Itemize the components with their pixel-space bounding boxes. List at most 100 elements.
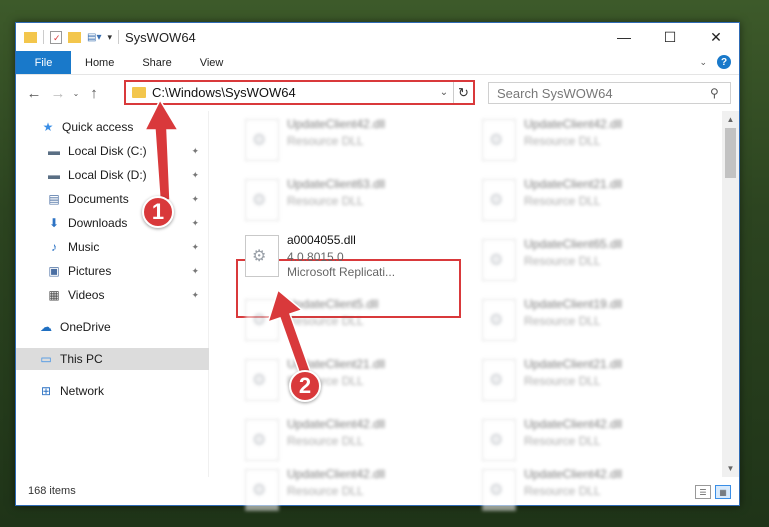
sidebar-item-network[interactable]: ⊞ Network <box>16 380 209 402</box>
pin-icon: ✦ <box>191 217 199 228</box>
network-icon: ⊞ <box>40 384 52 398</box>
file-item[interactable]: UpdateClient63.dll Resource DLL <box>239 175 459 227</box>
file-detail: 4.0.8015.0 <box>287 250 344 264</box>
scroll-up-arrow[interactable]: ▲ <box>722 111 739 128</box>
file-detail: Resource DLL <box>524 434 601 448</box>
sidebar-item-onedrive[interactable]: ☁ OneDrive <box>16 316 209 338</box>
main-content: ★ Quick access ▬ Local Disk (C:) ✦ ▬ Local Dis… <box>16 111 739 511</box>
search-icon[interactable]: ⚲ <box>710 86 730 100</box>
status-bar: 168 items ☰ ▦ <box>16 477 739 505</box>
dll-file-icon <box>482 119 516 161</box>
file-name: UpdateClient19.dll <box>524 297 623 311</box>
file-name: UpdateClient42.dll <box>287 417 386 431</box>
file-text: UpdateClient42.dll Resource DLL <box>287 415 385 448</box>
toolbar-separator <box>118 30 119 44</box>
sidebar-item-downloads[interactable]: ⬇ Downloads ✦ <box>16 212 209 234</box>
sidebar-item-label: Documents <box>68 192 129 206</box>
dropdown-icon[interactable]: ▾ <box>107 32 112 43</box>
toolbar-separator <box>43 30 44 44</box>
sidebar-item-label: Network <box>60 384 105 398</box>
ribbon-tabs: File Home Share View ⌄ ? <box>16 51 739 75</box>
pin-icon: ✦ <box>191 241 199 252</box>
folder-icon <box>24 31 37 43</box>
file-text: UpdateClient42.dll Resource DLL <box>524 115 622 148</box>
address-path[interactable]: C:\Windows\SysWOW64 <box>152 85 435 100</box>
tab-home[interactable]: Home <box>71 51 128 74</box>
sidebar-item-label: Pictures <box>68 264 112 278</box>
dll-file-icon <box>482 419 516 461</box>
dll-file-icon <box>482 359 516 401</box>
file-detail: Resource DLL <box>287 134 364 148</box>
sidebar-item-label: Videos <box>68 288 105 302</box>
up-button[interactable]: ↑ <box>82 81 106 105</box>
expand-ribbon-icon[interactable]: ⌄ <box>699 57 707 68</box>
file-item[interactable]: UpdateClient21.dll Resource DLL <box>476 175 696 227</box>
tab-view[interactable]: View <box>186 51 238 74</box>
file-item[interactable]: UpdateClient19.dll Resource DLL <box>476 295 696 347</box>
drive-icon: ▬ <box>48 144 60 158</box>
properties-icon[interactable]: ✓ <box>50 30 62 44</box>
file-item[interactable]: UpdateClient42.dll Resource DLL <box>476 115 696 167</box>
pin-icon: ✦ <box>191 289 199 300</box>
sidebar-item-videos[interactable]: ▦ Videos ✦ <box>16 284 209 306</box>
file-item[interactable]: a0004055.dll 4.0.8015.0Microsoft Replicat… <box>239 231 459 283</box>
file-text: a0004055.dll 4.0.8015.0 Microsoft Replicat… <box>287 231 395 279</box>
file-detail: Resource DLL <box>524 194 601 208</box>
address-dropdown-icon[interactable]: ⌄ <box>435 87 453 98</box>
step-1-badge: 1 <box>142 196 174 228</box>
back-button[interactable]: ← <box>22 81 46 105</box>
dll-file-icon <box>245 235 279 277</box>
forward-button[interactable]: → <box>46 81 70 105</box>
sidebar-item-label: Local Disk (C:) <box>68 144 147 158</box>
file-text: UpdateClient21.dll Resource DLL <box>524 175 622 208</box>
drive-icon: ▬ <box>48 168 60 182</box>
scroll-thumb[interactable] <box>725 128 736 178</box>
help-icon[interactable]: ? <box>717 55 731 69</box>
ribbon-right: ⌄ ? <box>699 55 731 69</box>
item-count: 168 items <box>28 485 76 497</box>
file-name: UpdateClient21.dll <box>524 357 623 371</box>
tab-file[interactable]: File <box>16 51 71 74</box>
close-button[interactable]: ✕ <box>693 23 739 51</box>
file-detail: Resource DLL <box>524 314 601 328</box>
scroll-down-arrow[interactable]: ▼ <box>722 460 739 477</box>
file-name: UpdateClient63.dll <box>287 177 386 191</box>
sidebar-item-pictures[interactable]: ▣ Pictures ✦ <box>16 260 209 282</box>
file-name: UpdateClient42.dll <box>524 117 623 131</box>
sidebar-item-music[interactable]: ♪ Music ✦ <box>16 236 209 258</box>
sidebar-item-this-pc[interactable]: ▭ This PC <box>16 348 209 370</box>
file-detail: Resource DLL <box>287 434 364 448</box>
file-detail: Resource DLL <box>524 374 601 388</box>
file-text: UpdateClient42.dll Resource DLL <box>524 415 622 448</box>
search-input[interactable] <box>497 85 710 101</box>
details-view-icon[interactable]: ☰ <box>695 485 711 499</box>
vertical-scrollbar[interactable]: ▲ ▼ <box>722 111 739 477</box>
refresh-button[interactable]: ↻ <box>453 82 473 103</box>
pin-icon: ✦ <box>191 265 199 276</box>
cloud-icon: ☁ <box>40 320 52 334</box>
explorer-window: ✓ ▤▾ ▾ SysWOW64 — ☐ ✕ File Home Share Vi… <box>15 22 740 511</box>
quick-access-toolbar: ✓ ▤▾ ▾ <box>16 30 119 44</box>
new-folder-icon[interactable] <box>68 31 81 43</box>
search-box[interactable]: ⚲ <box>488 82 731 104</box>
recent-locations-button[interactable]: ⌄ <box>70 81 82 105</box>
videos-icon: ▦ <box>48 288 60 302</box>
file-text: UpdateClient19.dll Resource DLL <box>524 295 622 328</box>
title-bar: ✓ ▤▾ ▾ SysWOW64 — ☐ ✕ <box>16 23 739 51</box>
tab-share[interactable]: Share <box>128 51 185 74</box>
customize-toolbar-icon[interactable]: ▤▾ <box>87 32 101 43</box>
file-item[interactable]: UpdateClient42.dll Resource DLL <box>239 415 459 467</box>
sidebar-item-label: Music <box>68 240 100 254</box>
dll-file-icon <box>482 179 516 221</box>
file-item[interactable]: UpdateClient42.dll Resource DLL <box>476 415 696 467</box>
file-item[interactable]: UpdateClient21.dll Resource DLL <box>476 355 696 407</box>
file-name: UpdateClient65.dll <box>524 237 623 251</box>
file-item[interactable]: UpdateClient65.dll Resource DLL <box>476 235 696 287</box>
tiles-view-icon[interactable]: ▦ <box>715 485 731 499</box>
step-2-badge: 2 <box>289 370 321 402</box>
minimize-button[interactable]: — <box>601 23 647 51</box>
download-icon: ⬇ <box>48 216 60 230</box>
folder-icon <box>132 87 146 98</box>
maximize-button[interactable]: ☐ <box>647 23 693 51</box>
file-item[interactable]: UpdateClient42.dll Resource DLL <box>239 115 459 167</box>
